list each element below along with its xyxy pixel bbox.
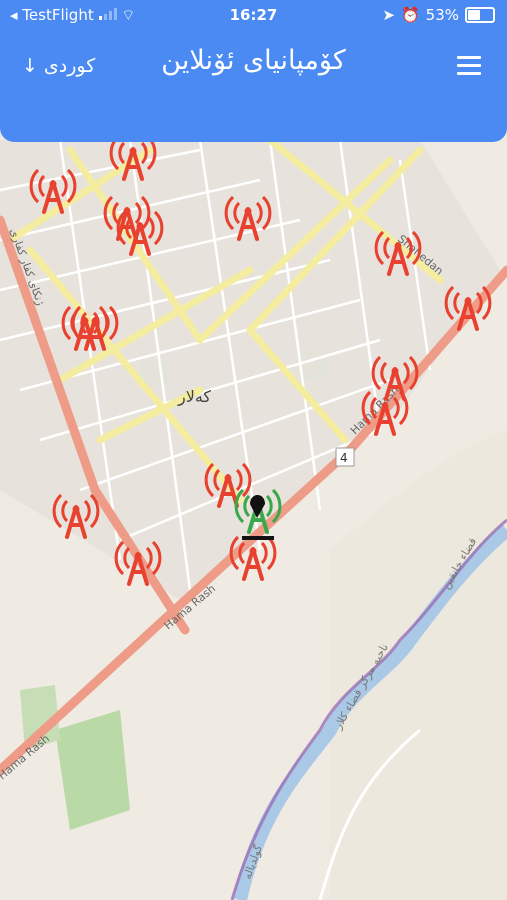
page-title: کۆمپانیای ئۆنلاین <box>161 45 346 76</box>
location-arrow-icon: ➤ <box>382 6 395 24</box>
map-canvas: 4 Hama Rash Hama Rash Hama Rash Shahedan… <box>0 130 507 900</box>
status-bar: ◂ TestFlight ⌔ 16:27 ➤ ⏰ 53% <box>0 0 507 32</box>
app-header: ◂ TestFlight ⌔ 16:27 ➤ ⏰ 53% ↓ کوردی کۆم… <box>0 0 507 142</box>
battery-icon <box>465 7 495 23</box>
route-shield-label: 4 <box>340 451 348 465</box>
hamburger-menu-icon[interactable] <box>457 56 481 75</box>
battery-percent: 53% <box>425 6 459 24</box>
map-view[interactable]: 4 Hama Rash Hama Rash Hama Rash Shahedan… <box>0 130 507 900</box>
alarm-icon: ⏰ <box>400 6 420 24</box>
status-right: ➤ ⏰ 53% <box>382 6 495 24</box>
city-label: کەلار <box>178 387 212 406</box>
